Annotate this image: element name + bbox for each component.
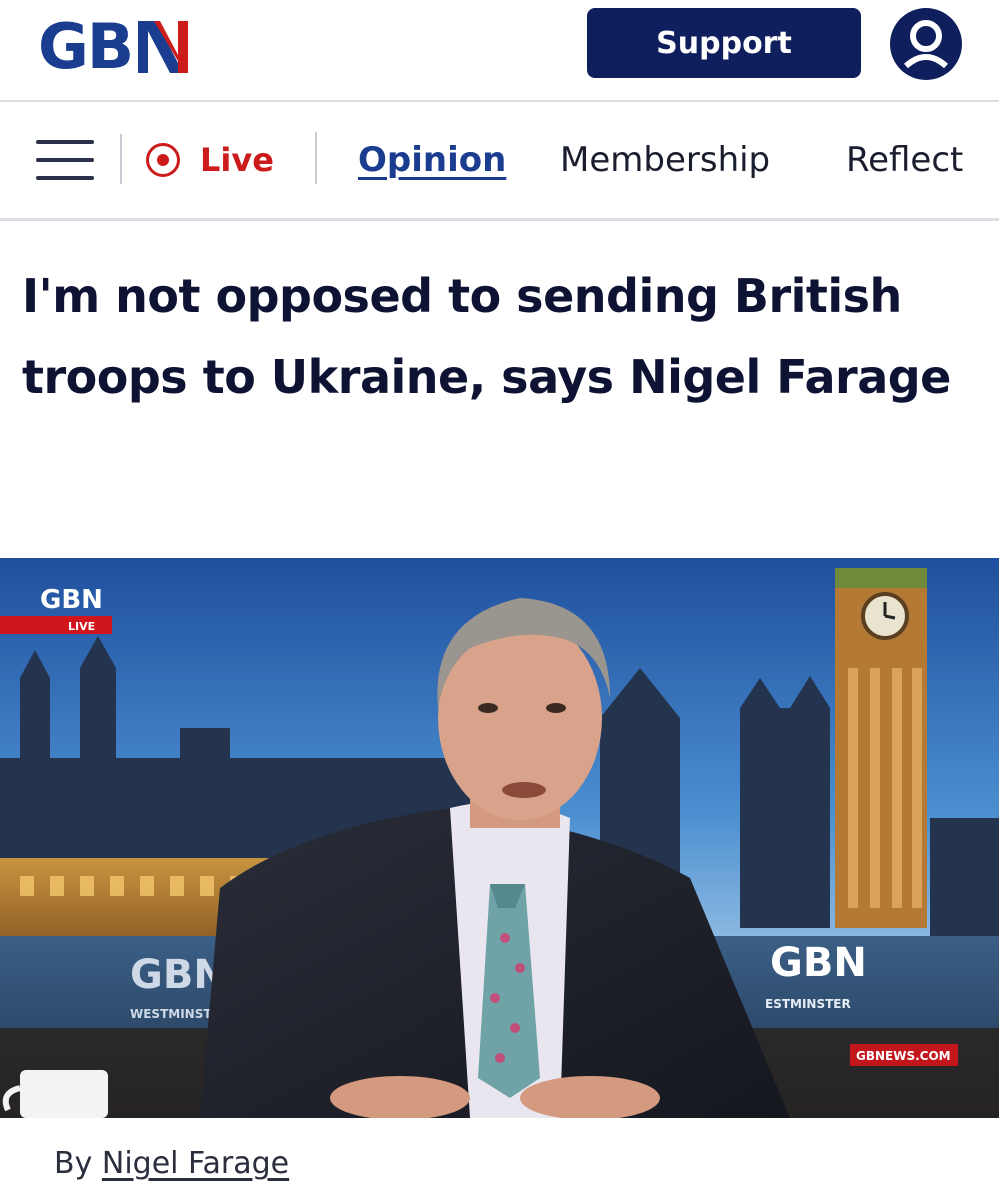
nav-link-reflect[interactable]: Reflect: [846, 138, 963, 182]
desk-sub-right: ESTMINSTER: [765, 997, 851, 1011]
nav-divider: [315, 132, 317, 184]
article-hero-image[interactable]: GBN WESTMINSTER GBN ESTMINSTER GBNEWS.CO…: [0, 558, 999, 1118]
mug-icon: [2, 1070, 108, 1118]
logo-text: GB: [38, 10, 134, 83]
logo-flag-icon: [134, 19, 196, 75]
gbn-logo[interactable]: GB: [38, 12, 196, 82]
nav-divider-bottom: [0, 218, 999, 221]
hamburger-menu-icon[interactable]: [36, 138, 94, 182]
live-badge: LIVE: [68, 620, 95, 633]
desk-logo-right: GBN: [770, 940, 867, 986]
nav-link-opinion[interactable]: Opinion: [358, 138, 506, 182]
corner-logo: GBN: [40, 585, 103, 615]
live-record-icon: [146, 143, 180, 177]
article-headline: I'm not opposed to sending British troop…: [22, 269, 951, 404]
nav-divider: [120, 134, 122, 184]
user-icon[interactable]: [888, 6, 964, 82]
top-nav: Live Opinion Membership Reflect: [0, 102, 999, 218]
site-header: GB Support: [0, 0, 999, 100]
live-label: Live: [200, 141, 274, 179]
big-ben-tower: [835, 568, 927, 928]
byline-prefix: By: [54, 1146, 93, 1181]
author-link[interactable]: Nigel Farage: [102, 1146, 289, 1181]
nav-link-membership[interactable]: Membership: [560, 138, 770, 182]
article-byline: By Nigel Farage: [54, 1146, 289, 1181]
support-button[interactable]: Support: [587, 8, 861, 78]
gbnews-url-badge: GBNEWS.COM: [856, 1049, 951, 1063]
nav-live-link[interactable]: Live: [146, 138, 274, 182]
